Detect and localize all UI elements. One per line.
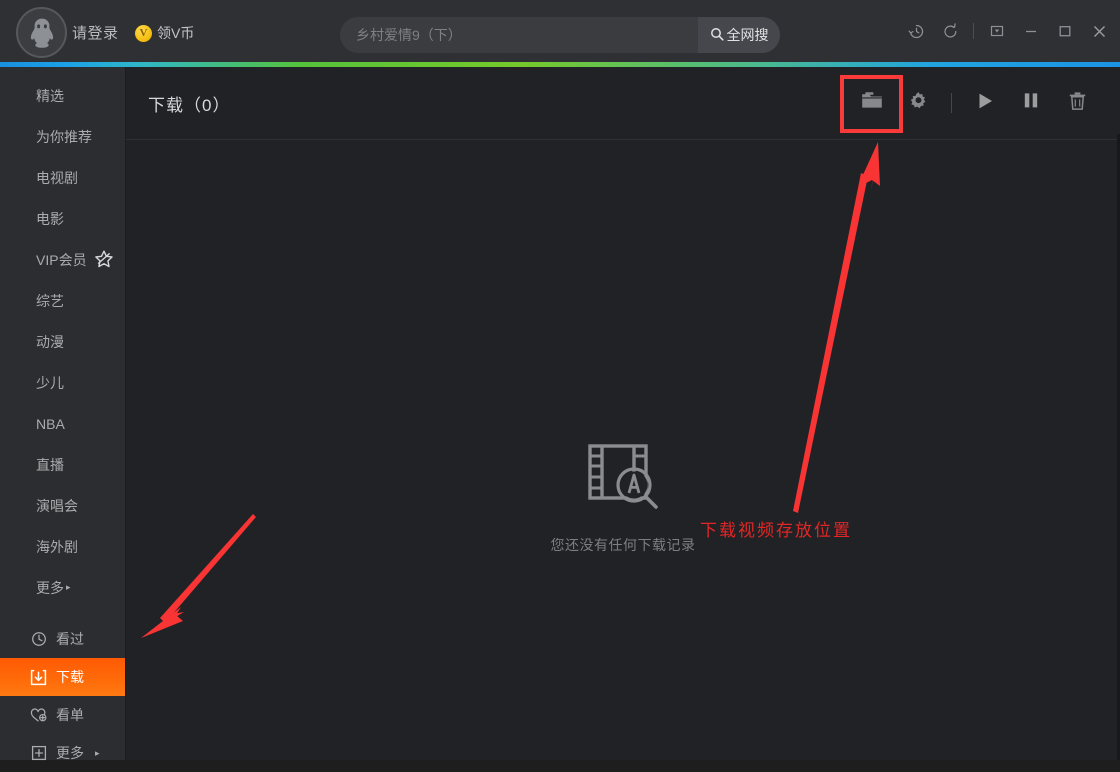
empty-state: 您还没有任何下载记录 — [126, 140, 1120, 760]
open-folder-button[interactable] — [849, 81, 895, 125]
sidebar-item-kids[interactable]: 少儿 — [0, 362, 125, 403]
sidebar-item-label: 海外剧 — [36, 538, 78, 555]
history-icon[interactable] — [899, 11, 933, 51]
sidebar-item-download[interactable]: 下载 — [0, 658, 125, 696]
trash-icon — [1068, 91, 1087, 116]
sidebar-item-jingxuan[interactable]: 精选 — [0, 75, 125, 116]
sidebar-item-label: 下载 — [56, 669, 84, 685]
gear-icon — [909, 91, 928, 115]
sidebar-item-overseas[interactable]: 海外剧 — [0, 526, 125, 567]
sidebar-item-watchlist[interactable]: 看单 — [0, 696, 125, 734]
vcoin-entry[interactable]: V 领V币 — [135, 23, 194, 43]
sidebar-item-more[interactable]: 更多 ▸ — [0, 734, 125, 772]
sidebar-item-label: 看过 — [56, 631, 84, 647]
minimize-icon[interactable] — [1014, 11, 1048, 51]
sidebar-item-more-channels[interactable]: 更多 ▸ — [0, 567, 125, 608]
close-icon[interactable] — [1082, 11, 1116, 51]
chevron-right-icon: ▸ — [66, 582, 71, 592]
maximize-icon[interactable] — [1048, 11, 1082, 51]
qq-penguin-icon — [27, 17, 57, 49]
folder-icon — [861, 91, 883, 115]
vcoin-badge-icon: V — [135, 24, 152, 42]
download-toolbar — [849, 67, 1100, 139]
sidebar-item-live[interactable]: 直播 — [0, 444, 125, 485]
search-button[interactable]: 全网搜 — [698, 17, 780, 53]
window-controls-divider — [973, 23, 974, 39]
refresh-icon[interactable] — [933, 11, 967, 51]
login-link[interactable]: 请登录 — [72, 22, 119, 43]
search-input[interactable] — [340, 17, 698, 53]
sidebar-item-label: 看单 — [56, 707, 84, 723]
download-box-icon — [30, 669, 47, 686]
pause-icon — [1022, 91, 1040, 115]
sidebar-item-label: 电影 — [36, 210, 64, 227]
search-bar[interactable]: 全网搜 — [340, 17, 780, 53]
sidebar-item-variety[interactable]: 综艺 — [0, 280, 125, 321]
sidebar-item-vip[interactable]: VIP会员 — [0, 239, 125, 280]
sidebar-item-label: 直播 — [36, 456, 64, 473]
sidebar-item-label: 演唱会 — [36, 497, 78, 514]
title-bar: 请登录 V 领V币 全网搜 — [0, 0, 1120, 62]
app-window: 请登录 V 领V币 全网搜 — [0, 0, 1120, 761]
heart-plus-icon — [30, 707, 47, 724]
start-all-button[interactable] — [962, 81, 1008, 125]
sidebar-item-label: VIP会员 — [36, 251, 87, 268]
sidebar-item-label: NBA — [36, 415, 65, 432]
sidebar-item-tv[interactable]: 电视剧 — [0, 157, 125, 198]
sidebar-item-concert[interactable]: 演唱会 — [0, 485, 125, 526]
sidebar: 精选 为你推荐 电视剧 电影 VIP会员 综艺 动漫 少儿 NBA 直播 演唱会… — [0, 67, 126, 761]
sidebar-item-label: 少儿 — [36, 374, 64, 391]
empty-state-text: 您还没有任何下载记录 — [550, 537, 696, 553]
sidebar-item-label: 更多 — [56, 745, 84, 761]
sidebar-item-label: 精选 — [36, 87, 64, 104]
plus-box-icon — [30, 745, 47, 762]
body: 精选 为你推荐 电视剧 电影 VIP会员 综艺 动漫 少儿 NBA 直播 演唱会… — [0, 67, 1120, 761]
vip-star-icon — [94, 250, 114, 272]
sidebar-personal: 看过 下载 看单 更多 ▸ — [0, 618, 125, 772]
toolbar-divider — [951, 93, 952, 113]
settings-button[interactable] — [895, 81, 941, 125]
delete-button[interactable] — [1054, 81, 1100, 125]
page-title: 下载（0） — [148, 95, 231, 115]
sidebar-item-nba[interactable]: NBA — [0, 403, 125, 444]
download-page: 下载（0） 您还没有任何下载记录 — [126, 67, 1120, 760]
sidebar-item-label: 为你推荐 — [36, 128, 92, 145]
download-page-header: 下载（0） — [126, 67, 1120, 140]
sidebar-item-history[interactable]: 看过 — [0, 620, 125, 658]
sidebar-item-label: 更多 — [36, 579, 64, 596]
sidebar-item-label: 动漫 — [36, 333, 64, 350]
vcoin-label: 领V币 — [157, 25, 195, 41]
play-icon — [975, 91, 995, 116]
search-icon — [710, 27, 724, 44]
sidebar-item-anime[interactable]: 动漫 — [0, 321, 125, 362]
window-controls — [899, 0, 1116, 62]
clock-icon — [30, 631, 47, 648]
sidebar-item-label: 综艺 — [36, 292, 64, 309]
sidebar-channels: 精选 为你推荐 电视剧 电影 VIP会员 综艺 动漫 少儿 NBA 直播 演唱会… — [0, 67, 125, 608]
pause-all-button[interactable] — [1008, 81, 1054, 125]
avatar[interactable] — [16, 7, 67, 58]
film-search-icon — [585, 440, 661, 517]
search-button-label: 全网搜 — [726, 27, 769, 43]
chevron-right-icon: ▸ — [95, 747, 100, 758]
sidebar-item-movie[interactable]: 电影 — [0, 198, 125, 239]
sidebar-item-label: 电视剧 — [36, 169, 78, 186]
restore-down-icon[interactable] — [980, 11, 1014, 51]
sidebar-item-recommend[interactable]: 为你推荐 — [0, 116, 125, 157]
